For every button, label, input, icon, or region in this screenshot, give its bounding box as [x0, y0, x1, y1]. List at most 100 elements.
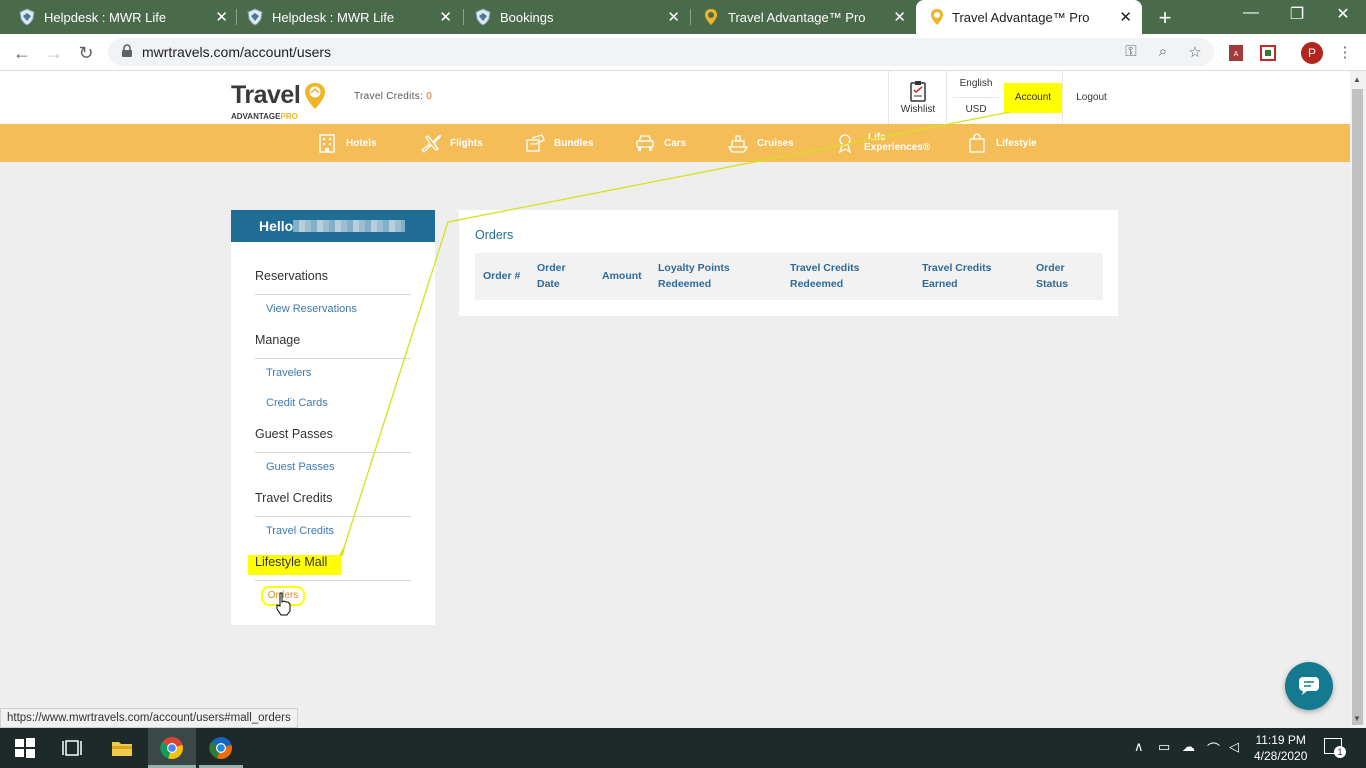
bookmark-star-icon[interactable]: ☆ [1185, 43, 1205, 63]
column-credits-redeemed[interactable]: Travel Credits Redeemed [790, 260, 859, 292]
key-icon[interactable]: ⚿ [1121, 43, 1141, 63]
volume-icon[interactable]: ◁ [1229, 739, 1239, 755]
pdf-extension-icon[interactable]: A [1226, 43, 1246, 63]
column-credits-earned[interactable]: Travel Credits Earned [922, 260, 991, 292]
chrome-icon[interactable] [160, 736, 184, 760]
column-order-date[interactable]: Order Date [537, 260, 566, 292]
extension-icon[interactable] [1258, 43, 1278, 63]
browser-tab-2[interactable]: Helpdesk : MWR Life ✕ [228, 0, 462, 34]
file-explorer-icon[interactable] [110, 736, 134, 760]
profile-avatar[interactable]: P [1301, 42, 1323, 64]
link-credit-cards[interactable]: Credit Cards [266, 397, 328, 409]
section-divider [255, 452, 411, 453]
forward-arrow-icon[interactable]: → [43, 42, 65, 64]
nav-label: Flights [450, 137, 483, 149]
column-amount[interactable]: Amount [602, 268, 642, 284]
nav-life-experiences[interactable]: Life Experiences® [834, 124, 930, 162]
nav-cruises[interactable]: Cruises [727, 124, 794, 162]
svg-text:A: A [1234, 50, 1239, 58]
tab-title: Travel Advantage™ Pro [952, 10, 1090, 25]
back-arrow-icon[interactable]: ← [11, 42, 33, 64]
nav-flights[interactable]: Flights [420, 124, 483, 162]
orders-table-header: Order # Order Date Amount Loyalty Points R… [475, 253, 1103, 300]
link-travelers[interactable]: Travelers [266, 367, 311, 379]
browser-tab-5-active[interactable]: Travel Advantage™ Pro ✕ [916, 0, 1142, 34]
nav-label-line2: Experiences® [864, 142, 931, 153]
nav-lifestyle[interactable]: Lifestyle [966, 124, 1037, 162]
nav-hotels[interactable]: Hotels [316, 124, 377, 162]
link-guest-passes[interactable]: Guest Passes [266, 461, 334, 473]
ship-icon [727, 135, 749, 153]
section-divider [255, 294, 411, 295]
experience-icon [838, 134, 852, 154]
orders-heading: Orders [475, 228, 514, 242]
tray-chevron-up-icon[interactable]: ∧ [1134, 739, 1144, 755]
nav-cars[interactable]: Cars [634, 124, 686, 162]
tab-title: Travel Advantage™ Pro [728, 10, 866, 25]
tab-title: Bookings [500, 10, 554, 25]
scrollbar-thumb[interactable] [1352, 89, 1363, 725]
tab-close-icon[interactable]: ✕ [667, 8, 680, 26]
nav-label: Lifestyle [996, 137, 1037, 149]
battery-icon[interactable]: ▭ [1158, 739, 1170, 755]
clipboard-icon [910, 81, 926, 102]
windows-start-icon[interactable] [13, 736, 37, 760]
minimize-window-icon[interactable]: — [1236, 4, 1266, 22]
restore-window-icon[interactable]: ❐ [1282, 4, 1312, 24]
travel-advantage-logo[interactable]: Travel ADVANTAGEPRO [231, 81, 325, 121]
new-tab-button[interactable]: + [1154, 5, 1176, 31]
notifications-icon[interactable]: 1 [1324, 738, 1346, 758]
nav-bundles[interactable]: Bundles [524, 124, 593, 162]
page-viewport: Travel ADVANTAGEPRO Travel Credits: 0 Wi… [0, 71, 1350, 728]
column-loyalty-points[interactable]: Loyalty Points Redeemed [658, 260, 730, 292]
tab-close-icon[interactable]: ✕ [893, 8, 906, 26]
tab-close-icon[interactable]: ✕ [1119, 8, 1132, 26]
chrome-canary-icon[interactable] [209, 736, 233, 760]
column-label: Loyalty Points [658, 262, 730, 274]
column-label: Travel Credits [790, 262, 860, 274]
currency-label: USD [965, 104, 987, 115]
reload-icon[interactable]: ↻ [75, 42, 97, 64]
wishlist-label: Wishlist [900, 104, 936, 115]
section-reservations: Reservations [255, 269, 328, 283]
link-travel-credits[interactable]: Travel Credits [266, 525, 334, 537]
locale-selector[interactable]: English USD [946, 71, 1004, 124]
column-label: Amount [602, 270, 642, 282]
task-view-icon[interactable] [60, 736, 84, 760]
address-bar[interactable]: mwrtravels.com/account/users [108, 38, 1214, 66]
system-clock[interactable]: 11:19 PM 4/28/2020 [1254, 732, 1307, 764]
clock-date: 4/28/2020 [1254, 749, 1308, 763]
browser-tab-1[interactable]: Helpdesk : MWR Life ✕ [0, 0, 238, 34]
browser-menu-icon[interactable]: ⋮ [1335, 43, 1355, 63]
main-nav-bar: Hotels Flights Bundles Cars Cruises Life… [0, 124, 1350, 162]
onedrive-cloud-icon[interactable]: ☁ [1182, 739, 1195, 755]
section-lifestyle-mall: Lifestyle Mall [255, 555, 328, 569]
wifi-icon[interactable]: ⌒ [1207, 739, 1220, 758]
tab-close-icon[interactable]: ✕ [439, 8, 452, 26]
chat-button[interactable] [1285, 662, 1333, 710]
wishlist-button[interactable]: Wishlist [888, 71, 946, 124]
link-view-reservations[interactable]: View Reservations [266, 303, 357, 315]
column-label: Date [537, 278, 560, 290]
browser-toolbar: ← → ↻ mwrtravels.com/account/users ⚿ ⌕ ☆… [0, 34, 1366, 71]
browser-tab-4[interactable]: Travel Advantage™ Pro ✕ [684, 0, 916, 34]
column-label: Order # [483, 270, 521, 282]
browser-tab-3[interactable]: Bookings ✕ [456, 0, 690, 34]
chat-bubble-icon [1299, 677, 1319, 695]
account-button[interactable]: Account [1004, 83, 1062, 113]
travel-credits-display: Travel Credits: 0 [354, 91, 432, 102]
locale-divider [953, 97, 999, 98]
column-order-status[interactable]: Order Status [1036, 260, 1068, 292]
shield-favicon-icon [19, 8, 35, 26]
column-order-number[interactable]: Order # [483, 268, 520, 284]
scroll-down-icon[interactable]: ▼ [1353, 714, 1361, 723]
zoom-icon[interactable]: ⌕ [1153, 43, 1173, 63]
page-scrollbar[interactable]: ▲ ▼ [1350, 71, 1366, 728]
scroll-up-icon[interactable]: ▲ [1353, 75, 1361, 84]
close-window-icon[interactable]: ✕ [1328, 4, 1358, 24]
column-label: Travel Credits [922, 262, 992, 274]
credits-value: 0 [426, 91, 433, 102]
tab-close-icon[interactable]: ✕ [215, 8, 228, 26]
logout-button[interactable]: Logout [1062, 71, 1120, 124]
hotel-icon [319, 134, 335, 153]
